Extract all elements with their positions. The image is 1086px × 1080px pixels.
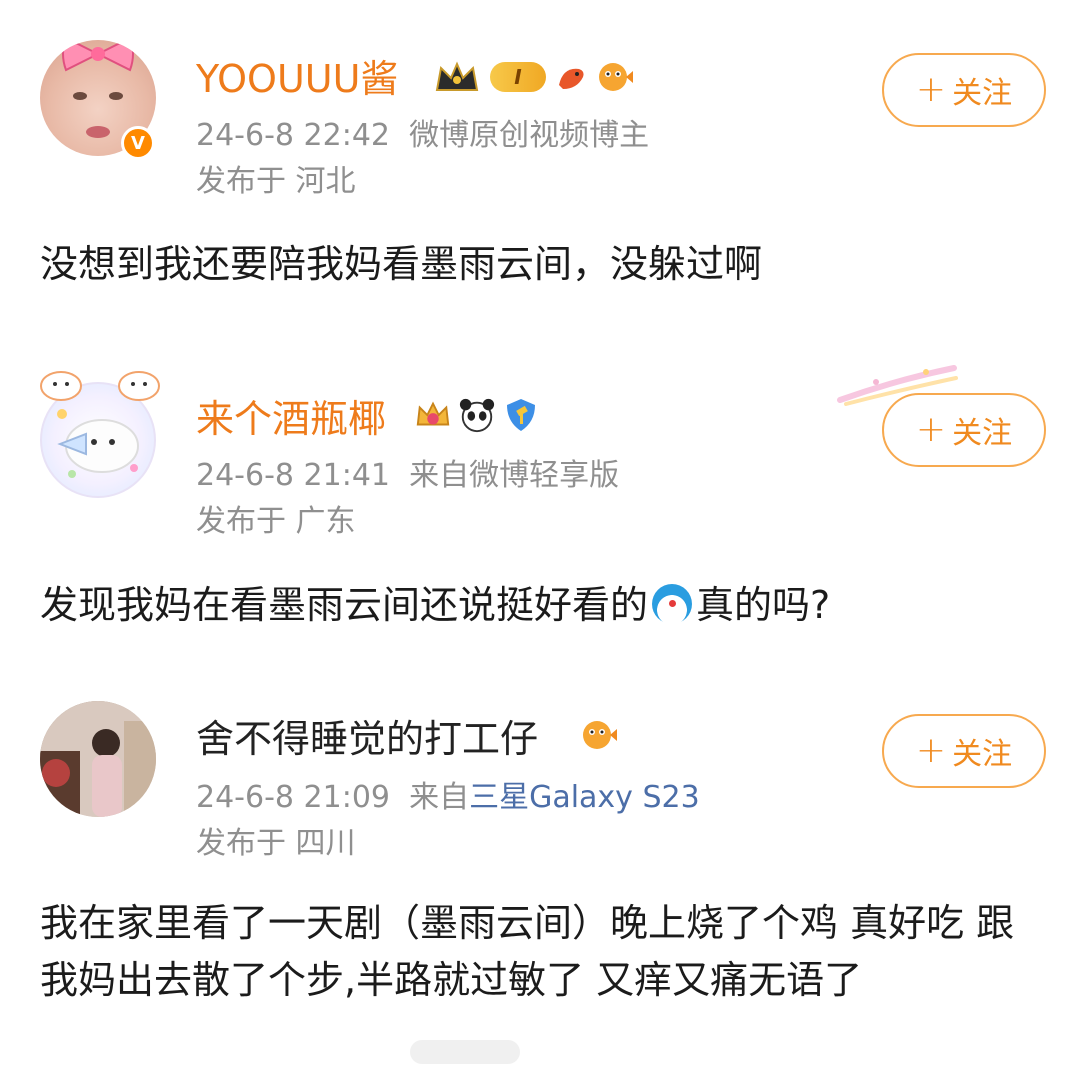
follow-label: 关注 [952,737,1013,772]
verified-v-icon: V [121,126,155,160]
fish-icon[interactable] [552,58,590,96]
post-content: 发现我妈在看墨雨云间还说挺好看的 真的吗? [40,577,1040,634]
content-text: 发现我妈在看墨雨云间还说挺好看的 [40,583,649,627]
post-location: 发布于 四川 [196,826,356,861]
follow-label: 关注 [952,416,1013,451]
post-content: 没想到我还要陪我妈看墨雨云间，没躲过啊 [40,242,763,286]
photo-avatar-icon [40,701,156,817]
cat-ear-right-icon [118,371,160,401]
username[interactable]: 舍不得睡觉的打工仔 [196,716,538,762]
post-location: 发布于 河北 [196,164,356,199]
plus-icon: + [915,409,947,450]
follow-label: 关注 [952,76,1013,111]
follow-button[interactable]: + 关注 [882,393,1046,467]
watermark [410,1040,520,1064]
follow-button[interactable]: + 关注 [882,714,1046,788]
post-source-prefix: 来自 [409,780,470,815]
post-content: 我在家里看了一天剧（墨雨云间）晚上烧了个鸡 真好吃 跟我妈出去散了个步,半路就过… [40,901,1015,1002]
pufferfish-icon[interactable] [580,716,618,754]
device-link[interactable]: 三星Galaxy S23 [469,780,700,815]
post-time: 24-6-8 21:09 [196,780,390,815]
post-meta: 24-6-8 21:41 来自微博轻享版 [196,458,619,494]
content-text-end: 真的吗? [696,583,831,627]
hammer-shield-icon[interactable] [502,396,540,434]
crown-badge-icon[interactable] [430,58,484,96]
plus-icon: + [915,69,947,110]
level-badge-icon[interactable]: I [490,62,546,92]
avatar[interactable] [40,701,156,817]
cat-ear-left-icon [40,371,82,401]
plus-icon: + [915,730,947,771]
follow-button[interactable]: + 关注 [882,53,1046,127]
user-badges [414,396,540,434]
post-time: 24-6-8 22:42 [196,118,390,153]
post-time: 24-6-8 21:41 [196,458,390,493]
post-meta: 24-6-8 22:42 微博原创视频博主 [196,118,649,154]
username[interactable]: YOOUUU酱 [196,56,398,102]
user-badges: I [430,58,634,96]
username[interactable]: 来个酒瓶椰 [196,396,386,442]
user-badges [580,716,618,754]
post-location: 发布于 广东 [196,504,356,539]
pufferfish-icon[interactable] [596,58,634,96]
post-source: 来自微博轻享版 [409,458,620,493]
post-source: 微博原创视频博主 [409,118,650,153]
post-meta: 24-6-8 21:09 来自三星Galaxy S23 [196,780,700,816]
doraemon-emoji-icon [652,584,693,624]
panda-icon[interactable] [458,396,496,434]
crown-2-icon[interactable] [414,396,452,434]
